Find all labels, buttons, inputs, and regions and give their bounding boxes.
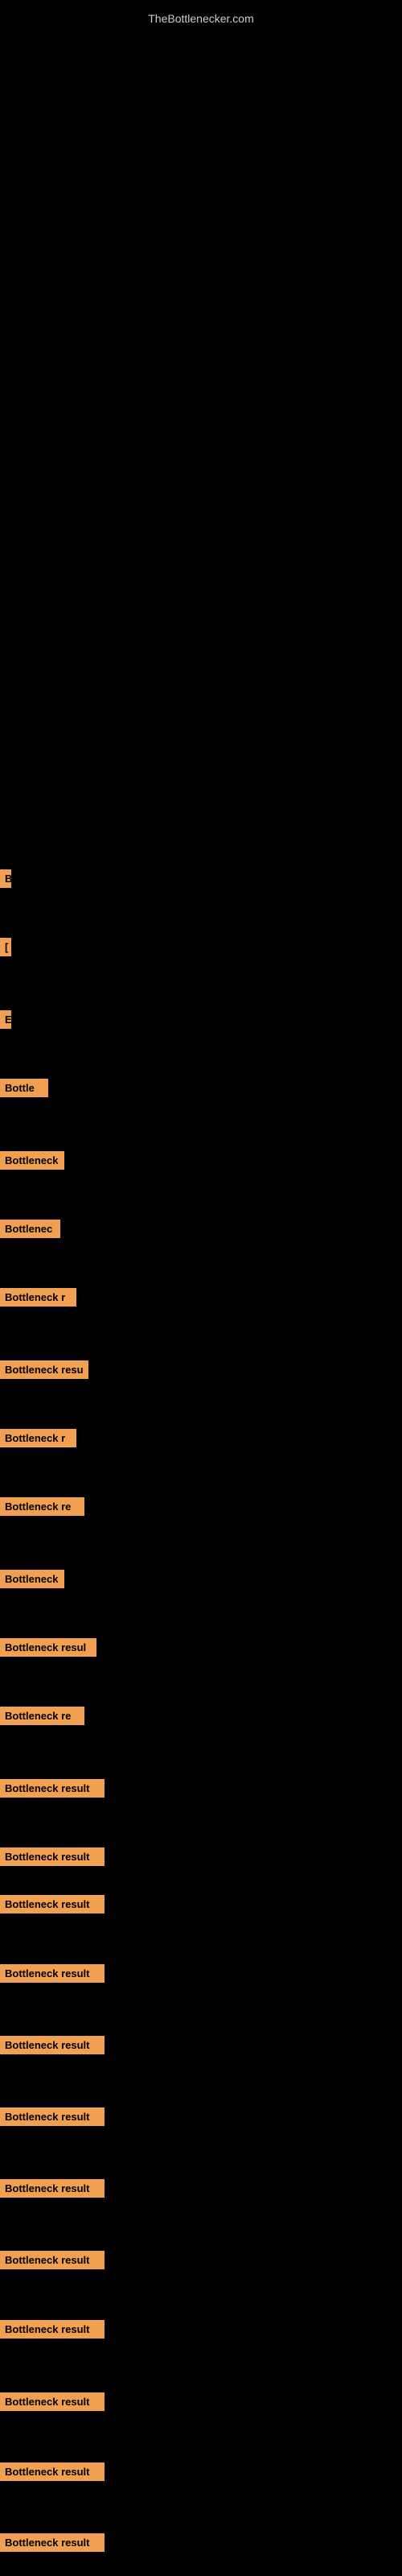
- bottleneck-item: Bottleneck result: [0, 2320, 105, 2339]
- bottleneck-item: Bottleneck r: [0, 1429, 76, 1447]
- bottleneck-item: E: [0, 1010, 11, 1029]
- site-title: TheBottlenecker.com: [0, 4, 402, 33]
- bottleneck-item: Bottleneck re: [0, 1707, 84, 1725]
- bottleneck-item: Bottleneck resul: [0, 1638, 96, 1657]
- bottleneck-item: Bottleneck result: [0, 2179, 105, 2198]
- bottleneck-item: Bottleneck resu: [0, 1360, 88, 1379]
- bottleneck-item: Bottleneck result: [0, 2462, 105, 2481]
- bottleneck-item: Bottlenec: [0, 1220, 60, 1238]
- bottleneck-item: B: [0, 869, 11, 888]
- bottleneck-item: Bottleneck result: [0, 1964, 105, 1983]
- bottleneck-item: Bottleneck result: [0, 2251, 105, 2269]
- bottleneck-item: Bottleneck: [0, 1570, 64, 1588]
- bottleneck-item: Bottleneck r: [0, 1288, 76, 1307]
- bottleneck-item: Bottleneck: [0, 1151, 64, 1170]
- bottleneck-item: Bottleneck result: [0, 2533, 105, 2552]
- bottleneck-item: Bottleneck result: [0, 1779, 105, 1798]
- bottleneck-item: Bottleneck result: [0, 2036, 105, 2054]
- bottleneck-item: Bottleneck result: [0, 2107, 105, 2126]
- bottleneck-item: Bottleneck re: [0, 1497, 84, 1516]
- bottleneck-item: Bottle: [0, 1079, 48, 1097]
- bottleneck-item: Bottleneck result: [0, 2392, 105, 2411]
- bottleneck-item: [: [0, 938, 11, 956]
- bottleneck-item: Bottleneck result: [0, 1847, 105, 1866]
- bottleneck-item: Bottleneck result: [0, 1895, 105, 1913]
